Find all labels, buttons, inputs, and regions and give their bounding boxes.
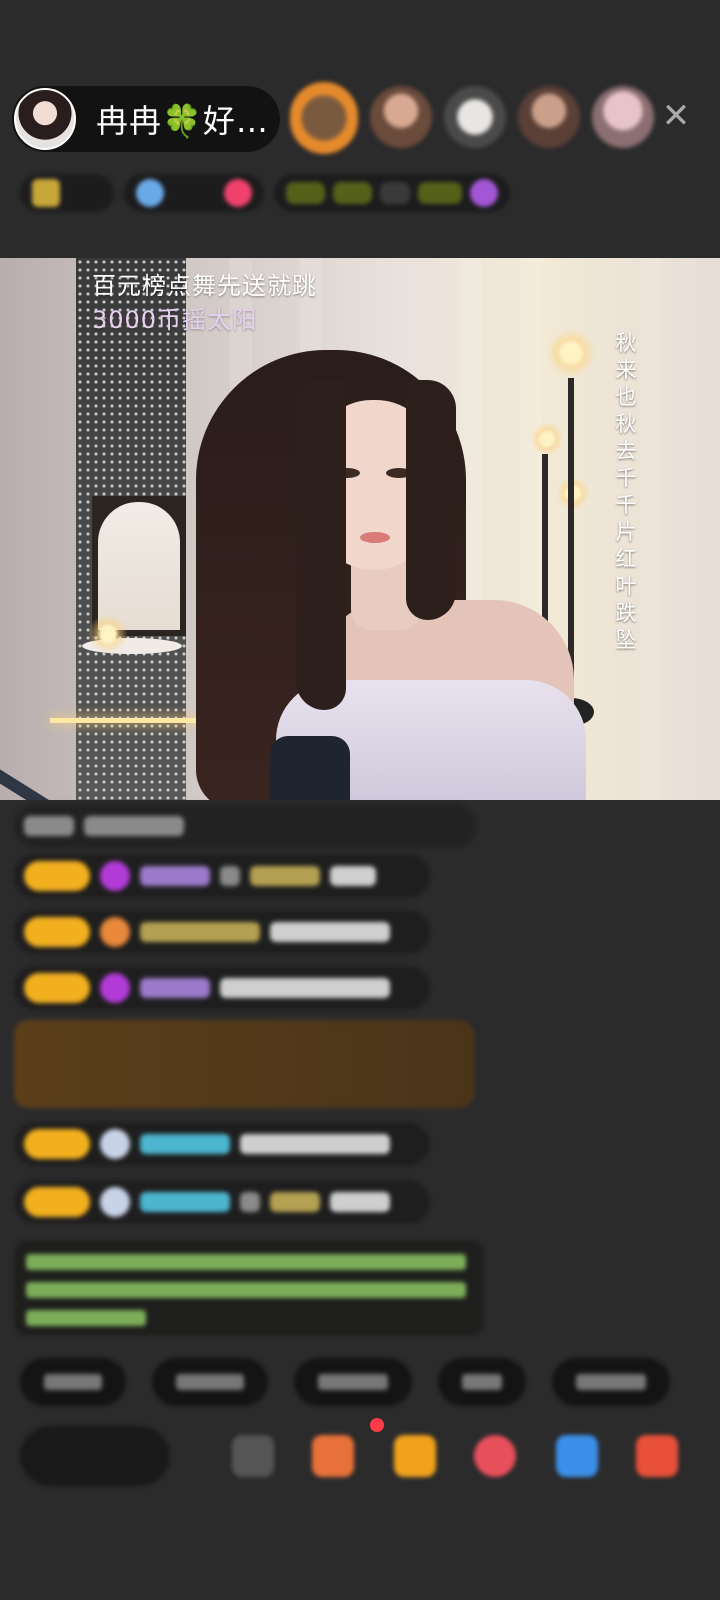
viewer-avatar[interactable]: [290, 82, 358, 154]
level-badge: [24, 1187, 90, 1217]
viewer-avatar[interactable]: [592, 86, 654, 148]
gem-icon: [100, 917, 130, 947]
fans-club-icon[interactable]: [312, 1435, 354, 1477]
chat-message-highlight[interactable]: [14, 1020, 474, 1108]
gift-icon[interactable]: [636, 1435, 678, 1477]
gem-icon: [100, 973, 130, 1003]
notification-dot: [370, 1418, 384, 1432]
gem-icon: [100, 1129, 130, 1159]
gem-icon: [100, 1187, 130, 1217]
game-icon[interactable]: [556, 1435, 598, 1477]
viewer-avatar[interactable]: [518, 86, 580, 148]
stream-vertical-caption: 秋来也秋去千千片红叶跌坠: [615, 331, 637, 652]
close-icon[interactable]: ✕: [656, 96, 696, 136]
quick-reply-chip[interactable]: [152, 1358, 268, 1406]
viewer-avatar[interactable]: [444, 86, 506, 148]
host-info-chip[interactable]: 冉冉🍀好…: [12, 86, 280, 152]
quick-reply-chip[interactable]: [552, 1358, 670, 1406]
gift-box-icon[interactable]: [394, 1435, 436, 1477]
system-notice: [14, 1240, 484, 1336]
chat-message[interactable]: [14, 854, 430, 898]
quick-reply-chips: [20, 1358, 670, 1406]
room-info-row: [20, 170, 700, 216]
chat-input[interactable]: [20, 1426, 170, 1486]
viewer-avatar[interactable]: [370, 86, 432, 148]
chat-message[interactable]: [14, 1180, 430, 1224]
stream-overlay-subtitle: 3000币摇太阳: [92, 306, 258, 334]
quick-reply-chip[interactable]: [20, 1358, 126, 1406]
stream-overlay-title: 百元榜点舞先送就跳: [92, 272, 317, 300]
emoji-icon[interactable]: [232, 1435, 274, 1477]
candle-light: [88, 614, 128, 654]
chat-message[interactable]: [14, 966, 430, 1010]
microphone: [270, 736, 350, 800]
room-rank-pill[interactable]: [20, 174, 115, 212]
streamer: [196, 350, 596, 800]
quick-reply-chip[interactable]: [438, 1358, 526, 1406]
bottom-toolbar: [20, 1418, 710, 1488]
room-fans-pill[interactable]: [124, 174, 265, 212]
heart-icon[interactable]: [474, 1435, 516, 1477]
chat-message[interactable]: [14, 1122, 430, 1166]
chat-message[interactable]: [14, 910, 430, 954]
room-tags-pill[interactable]: [274, 174, 510, 212]
gem-icon: [100, 861, 130, 891]
quick-reply-chip[interactable]: [294, 1358, 412, 1406]
host-avatar[interactable]: [14, 88, 76, 150]
level-badge: [24, 917, 90, 947]
level-badge: [24, 1129, 90, 1159]
level-badge: [24, 861, 90, 891]
host-name: 冉冉🍀好…: [96, 102, 269, 140]
level-badge: [24, 973, 90, 1003]
top-viewers-list: [290, 82, 654, 154]
chat-message[interactable]: [14, 804, 476, 848]
